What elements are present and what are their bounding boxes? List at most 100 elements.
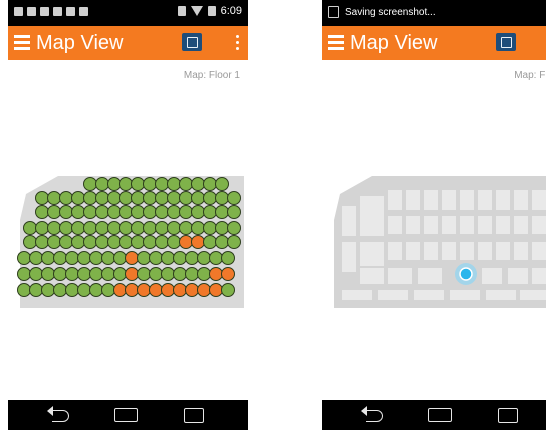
tree-marker: [197, 267, 211, 281]
tree-marker: [185, 251, 199, 265]
tree-marker: [161, 251, 175, 265]
tree-marker: [71, 235, 85, 249]
tree-marker: [53, 251, 67, 265]
tree-marker: [179, 191, 193, 205]
app-bar: Map View: [8, 26, 248, 60]
tree-marker: [215, 235, 229, 249]
floor-map[interactable]: [322, 150, 546, 320]
more-vert-icon[interactable]: [236, 35, 240, 53]
tree-marker: [203, 177, 217, 191]
tree-marker: [107, 191, 121, 205]
tree-marker: [53, 267, 67, 281]
map-room: [478, 216, 492, 234]
map-room: [360, 196, 384, 236]
map-room: [424, 242, 438, 260]
tree-marker: [125, 251, 139, 265]
tree-marker: [89, 267, 103, 281]
tree-marker: [149, 251, 163, 265]
map-room: [360, 242, 384, 266]
tree-marker: [41, 251, 55, 265]
map-room: [514, 242, 528, 260]
map-room: [378, 290, 408, 300]
tree-marker: [53, 283, 67, 297]
tree-marker: [95, 235, 109, 249]
tree-marker: [173, 251, 187, 265]
tree-marker: [65, 283, 79, 297]
phone-screen-right: Saving screenshot... Map View Map: Floor: [322, 0, 546, 430]
app-bar: Map View: [322, 26, 546, 60]
tree-marker: [179, 235, 193, 249]
tree-marker: [119, 205, 133, 219]
tree-marker: [119, 221, 133, 235]
map-room: [460, 242, 474, 260]
tree-marker: [17, 267, 31, 281]
tree-marker: [71, 221, 85, 235]
tree-marker: [209, 267, 223, 281]
tree-marker: [65, 251, 79, 265]
hamburger-icon[interactable]: [14, 35, 30, 51]
tree-marker: [59, 205, 73, 219]
map-icon[interactable]: [182, 33, 202, 51]
map-room: [342, 206, 356, 236]
page-title: Map View: [350, 32, 438, 54]
tree-marker: [47, 221, 61, 235]
map-room: [406, 216, 420, 234]
map-room: [342, 242, 356, 272]
tree-marker: [221, 267, 235, 281]
back-icon[interactable]: [361, 406, 383, 422]
tree-marker: [35, 205, 49, 219]
home-icon[interactable]: [428, 408, 452, 422]
tree-marker: [23, 235, 37, 249]
tree-marker: [65, 267, 79, 281]
tree-marker: [155, 177, 169, 191]
map-room: [342, 290, 372, 300]
phone-screen-left: 6:09 Map View Map: Floor 1: [8, 0, 248, 430]
tree-marker: [113, 267, 127, 281]
home-icon[interactable]: [114, 408, 138, 422]
tree-marker: [17, 251, 31, 265]
back-icon[interactable]: [47, 406, 69, 422]
notification-icon: [14, 7, 23, 16]
tree-marker: [191, 177, 205, 191]
floor-map-trees[interactable]: [8, 150, 248, 320]
recent-apps-icon[interactable]: [184, 408, 204, 423]
tree-marker: [131, 221, 145, 235]
tree-marker: [47, 205, 61, 219]
tree-marker: [89, 283, 103, 297]
map-room: [478, 242, 492, 260]
tree-marker: [143, 235, 157, 249]
tree-marker: [167, 191, 181, 205]
map-room: [388, 268, 412, 284]
map-room: [388, 242, 402, 260]
tree-marker: [137, 267, 151, 281]
status-notification: Saving screenshot...: [345, 6, 436, 18]
tree-marker: [59, 235, 73, 249]
tree-marker: [221, 283, 235, 297]
tree-marker: [47, 235, 61, 249]
map-room: [388, 216, 402, 234]
map-room: [406, 190, 420, 210]
tree-marker: [167, 177, 181, 191]
screenshot-icon: [328, 6, 339, 18]
map-room: [388, 190, 402, 210]
tree-marker: [89, 251, 103, 265]
tree-marker: [143, 191, 157, 205]
map-room: [478, 190, 492, 210]
tree-marker: [155, 205, 169, 219]
status-time: 6:09: [220, 5, 242, 17]
tree-marker: [71, 191, 85, 205]
map-room: [532, 216, 546, 234]
map-room: [532, 190, 546, 210]
tree-marker: [17, 283, 31, 297]
tree-marker: [215, 191, 229, 205]
map-room: [450, 290, 480, 300]
map-icon[interactable]: [496, 33, 516, 51]
floor-label: Map: Floor 1: [183, 70, 240, 81]
hamburger-icon[interactable]: [328, 35, 344, 51]
map-room: [496, 242, 510, 260]
recent-apps-icon[interactable]: [498, 408, 518, 423]
tree-marker: [41, 283, 55, 297]
map-room: [424, 216, 438, 234]
tree-marker: [191, 221, 205, 235]
tree-marker: [131, 205, 145, 219]
